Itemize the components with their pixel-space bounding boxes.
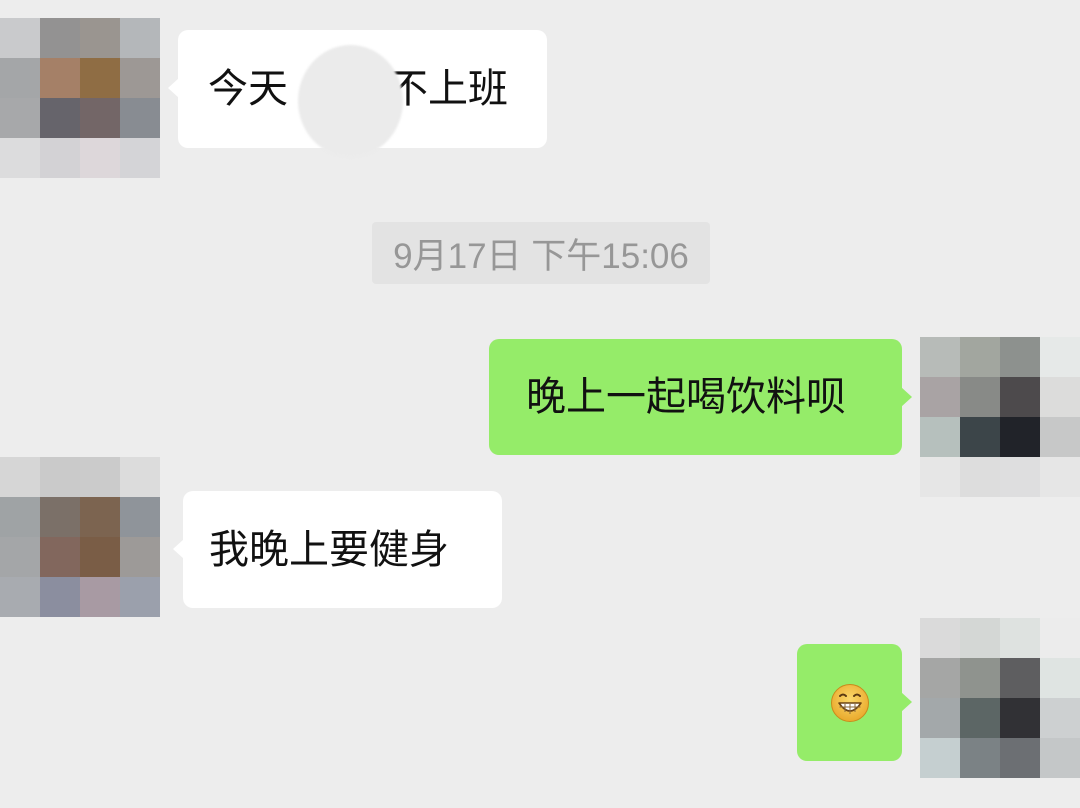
timestamp-label: 9月17日 下午15:06 — [372, 222, 710, 284]
avatar-pixel — [80, 98, 120, 138]
message-text: 晚上一起喝饮料呗 — [526, 374, 846, 420]
self-avatar[interactable] — [920, 618, 1080, 778]
contact-avatar[interactable] — [0, 18, 160, 178]
avatar-pixel — [1040, 457, 1080, 497]
grin-emoji — [830, 683, 869, 722]
avatar-pixel — [1000, 698, 1040, 738]
avatar-pixel — [960, 417, 1000, 457]
avatar-pixel — [1040, 417, 1080, 457]
avatar-pixel — [80, 577, 120, 617]
avatar-pixel — [960, 377, 1000, 417]
message-text: 今天 — [208, 66, 288, 112]
avatar-pixel — [1000, 377, 1040, 417]
avatar-pixel — [1000, 457, 1040, 497]
avatar-pixel — [120, 577, 160, 617]
avatar-pixel — [120, 98, 160, 138]
avatar-pixel — [120, 58, 160, 98]
avatar-pixel — [0, 537, 40, 577]
avatar-pixel — [1040, 658, 1080, 698]
avatar-pixel — [40, 58, 80, 98]
avatar-pixel — [1000, 618, 1040, 658]
avatar-pixel — [920, 417, 960, 457]
avatar-pixel — [40, 138, 80, 178]
avatar-pixel — [1000, 417, 1040, 457]
avatar-pixel — [40, 537, 80, 577]
avatar-pixel — [1040, 618, 1080, 658]
avatar-pixel — [920, 337, 960, 377]
avatar-pixel — [920, 658, 960, 698]
avatar-pixel — [960, 658, 1000, 698]
avatar-pixel — [40, 577, 80, 617]
avatar-pixel — [1000, 738, 1040, 778]
avatar-pixel — [0, 18, 40, 58]
avatar-pixel — [0, 497, 40, 537]
avatar-pixel — [40, 457, 80, 497]
message-bubble-incoming[interactable]: 我晚上要健身 — [173, 491, 502, 608]
avatar-pixel — [960, 337, 1000, 377]
avatar-pixel — [1040, 738, 1080, 778]
avatar-pixel — [960, 618, 1000, 658]
avatar-pixel — [120, 537, 160, 577]
avatar-pixel — [960, 698, 1000, 738]
avatar-pixel — [40, 497, 80, 537]
avatar-pixel — [0, 138, 40, 178]
message-text: 不上班 — [388, 66, 508, 112]
avatar-pixel — [80, 457, 120, 497]
avatar-pixel — [960, 457, 1000, 497]
avatar-pixel — [80, 18, 120, 58]
avatar-pixel — [0, 98, 40, 138]
avatar-pixel — [920, 377, 960, 417]
avatar-pixel — [0, 457, 40, 497]
avatar-pixel — [1040, 337, 1080, 377]
message-bubble-outgoing[interactable]: 晚上一起喝饮料呗 — [489, 339, 912, 455]
avatar-pixel — [40, 98, 80, 138]
avatar-pixel — [1040, 377, 1080, 417]
avatar-pixel — [920, 738, 960, 778]
avatar-pixel — [80, 58, 120, 98]
avatar-pixel — [1040, 698, 1080, 738]
avatar-pixel — [120, 497, 160, 537]
avatar-pixel — [920, 698, 960, 738]
avatar-pixel — [920, 457, 960, 497]
contact-avatar[interactable] — [0, 457, 160, 617]
avatar-pixel — [40, 18, 80, 58]
avatar-pixel — [120, 18, 160, 58]
avatar-pixel — [0, 58, 40, 98]
avatar-pixel — [920, 618, 960, 658]
avatar-pixel — [120, 138, 160, 178]
avatar-pixel — [0, 577, 40, 617]
redaction-blur — [298, 45, 403, 157]
avatar-pixel — [80, 537, 120, 577]
avatar-pixel — [1000, 658, 1040, 698]
self-avatar[interactable] — [920, 337, 1080, 497]
message-bubble-outgoing[interactable] — [797, 644, 912, 761]
avatar-pixel — [80, 138, 120, 178]
avatar-pixel — [80, 497, 120, 537]
message-text: 我晚上要健身 — [209, 526, 449, 573]
avatar-pixel — [960, 738, 1000, 778]
avatar-pixel — [120, 457, 160, 497]
avatar-pixel — [1000, 337, 1040, 377]
